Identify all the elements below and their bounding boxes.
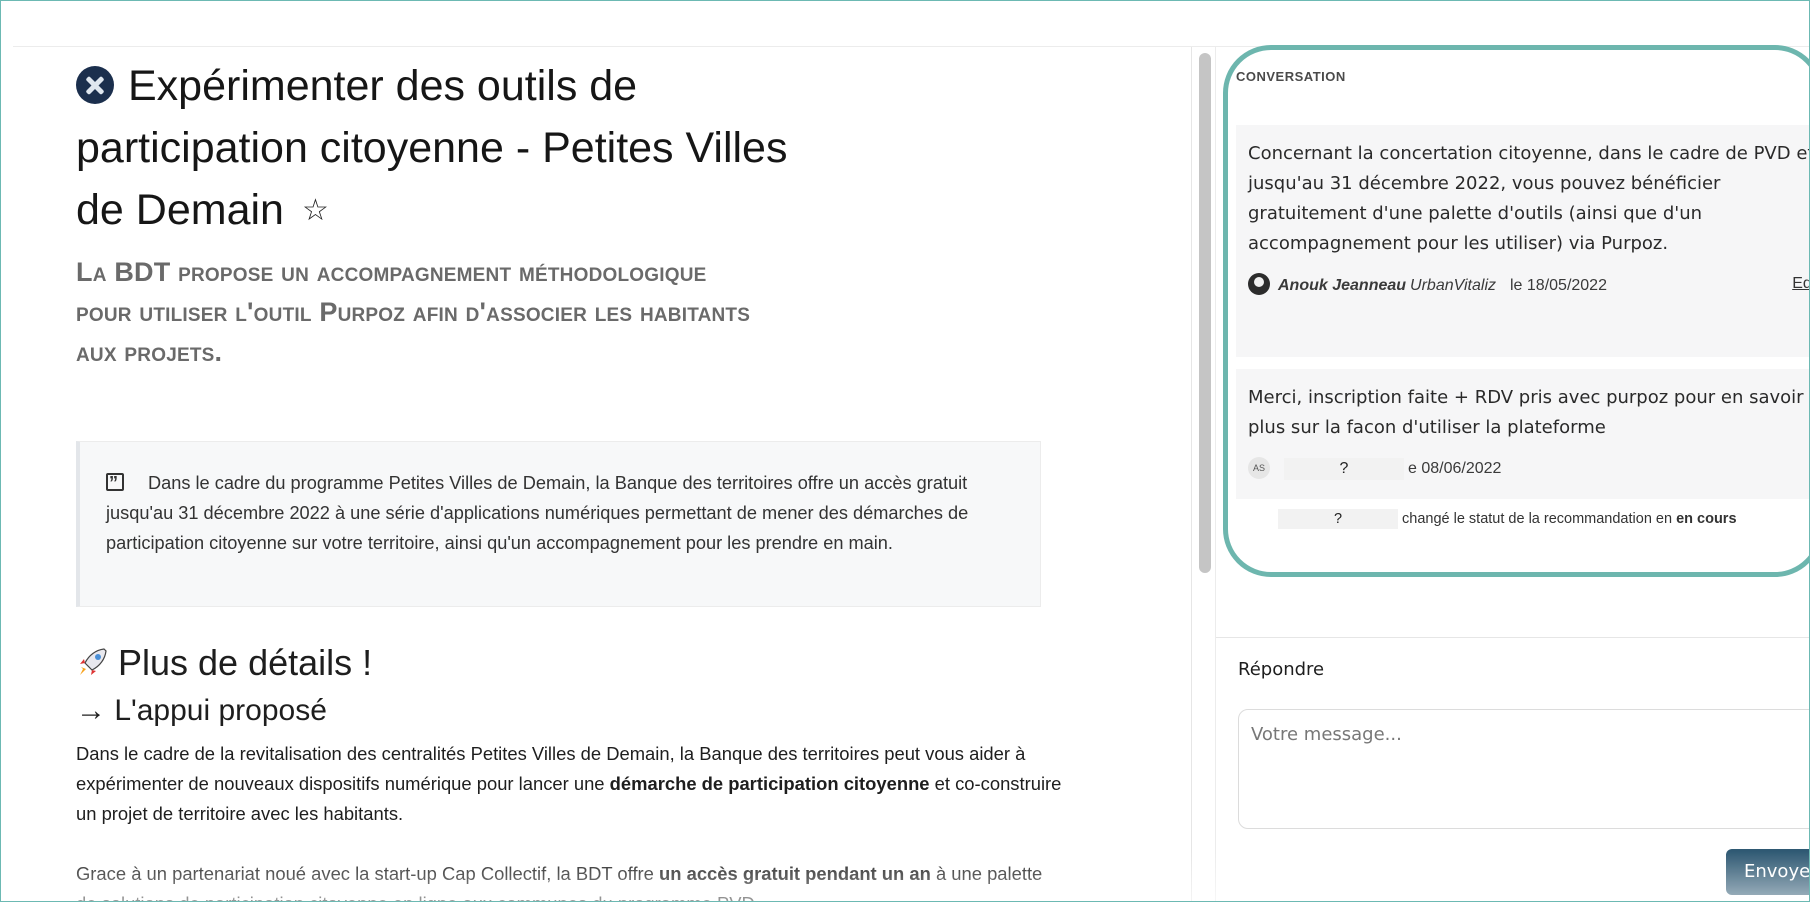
edit-link[interactable]: Editer xyxy=(1792,273,1809,295)
message-meta: AS? e 08/06/2022 xyxy=(1248,457,1809,480)
star-icon[interactable]: ☆ xyxy=(302,180,329,242)
conversation-label: CONVERSATION xyxy=(1236,69,1346,84)
status-value: en cours xyxy=(1676,510,1737,527)
message-item: Concernant la concertation citoyenne, da… xyxy=(1236,125,1810,357)
message-meta: Anouk Jeanneau UrbanVitaliz le 18/05/2022 E… xyxy=(1248,273,1809,297)
page-title-text: Expérimenter des outils de participation… xyxy=(76,62,788,234)
section-title-text: Plus de détails ! xyxy=(118,642,373,683)
reply-divider xyxy=(1216,637,1809,638)
message-input[interactable]: Votre message... xyxy=(1238,709,1809,829)
recommendation-content: Expérimenter des outils de participation… xyxy=(1,47,1191,901)
redacted-name: ? xyxy=(1278,509,1398,529)
subsection-title: → L'appui proposé xyxy=(76,694,327,727)
tools-icon xyxy=(76,66,114,104)
message-text: Merci, inscription faite + RDV pris avec… xyxy=(1248,387,1804,438)
paragraph-1: Dans le cadre de la revitalisation des c… xyxy=(76,739,1066,829)
rocket-icon xyxy=(80,648,107,675)
title-block: Expérimenter des outils de participation… xyxy=(76,55,796,242)
page-title: Expérimenter des outils de participation… xyxy=(76,55,796,242)
quote-icon xyxy=(106,468,124,498)
paragraph-1-bold: démarche de participation citoyenne xyxy=(609,773,930,794)
paragraph-2-text: Grace à un partenariat noué avec la star… xyxy=(76,863,660,884)
paragraph-2: Grace à un partenariat noué avec la star… xyxy=(76,859,1066,901)
avatar xyxy=(1248,273,1270,295)
message-org: UrbanVitaliz xyxy=(1410,277,1496,294)
avatar: AS xyxy=(1248,457,1270,479)
status-change-event: ? changé le statut de la recommandation e… xyxy=(1278,509,1737,529)
message-text: Concernant la concertation citoyenne, da… xyxy=(1248,143,1810,254)
redacted-name: ? xyxy=(1284,458,1404,480)
message-item: Merci, inscription faite + RDV pris avec… xyxy=(1236,369,1809,499)
conversation-panel: CONVERSATION Concernant la concertation … xyxy=(1216,47,1810,901)
paragraph-2-bold: un accès gratuit pendant un an xyxy=(659,863,931,884)
send-button[interactable]: Envoyer xyxy=(1726,849,1809,895)
message-date: e 08/06/2022 xyxy=(1408,460,1502,477)
status-change-text: changé le statut de la recommandation en xyxy=(1402,510,1677,527)
content-scrollbar[interactable] xyxy=(1199,53,1211,573)
section-title: Plus de détails ! xyxy=(76,641,372,685)
summary-quote-text: Dans le cadre du programme Petites Ville… xyxy=(106,473,969,553)
top-bar xyxy=(13,1,1809,47)
page-subtitle: La BDT propose un accompagnement méthodo… xyxy=(76,257,751,367)
app-frame: Expérimenter des outils de participation… xyxy=(0,0,1810,902)
reply-label: Répondre xyxy=(1238,659,1325,680)
message-date: le 18/05/2022 xyxy=(1510,277,1607,294)
pane-divider xyxy=(1191,47,1192,901)
summary-quote: Dans le cadre du programme Petites Ville… xyxy=(76,441,1041,607)
message-author: Anouk Jeanneau xyxy=(1278,277,1407,294)
